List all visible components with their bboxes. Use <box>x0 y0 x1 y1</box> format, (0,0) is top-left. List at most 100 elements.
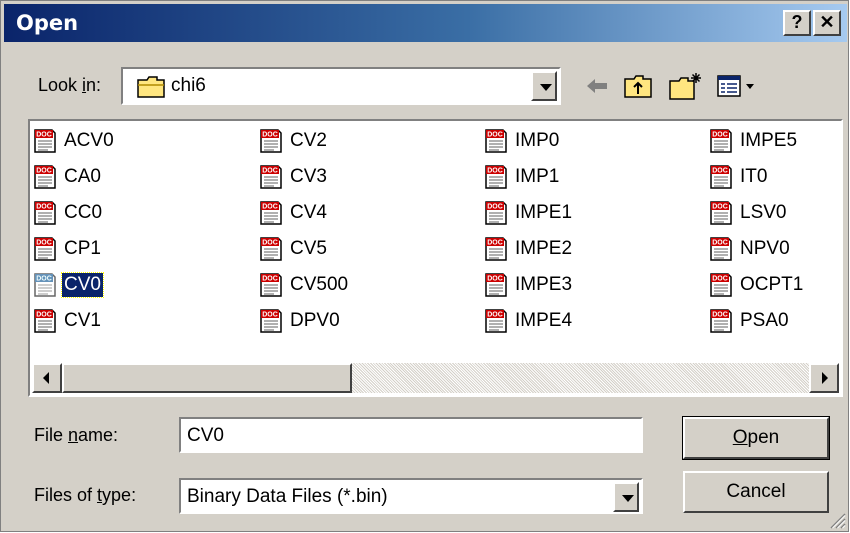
file-name: LSV0 <box>740 202 787 223</box>
document-icon <box>258 200 284 226</box>
lookin-dropdown-button[interactable] <box>531 71 557 101</box>
chevron-down-icon <box>622 495 634 502</box>
folder-icon <box>137 76 165 98</box>
document-icon <box>483 236 509 262</box>
file-item[interactable]: IMPE5 <box>708 127 799 155</box>
new-folder-icon[interactable] <box>668 71 704 101</box>
file-name: CV1 <box>64 310 101 331</box>
horizontal-scrollbar[interactable] <box>32 363 839 393</box>
file-name: IMPE5 <box>740 130 798 151</box>
file-item[interactable]: IMPE4 <box>483 307 574 335</box>
file-name: CV3 <box>290 166 327 187</box>
arrow-left-icon <box>43 372 49 384</box>
filename-label: File name: <box>34 425 119 445</box>
file-item-selected[interactable]: CV0 <box>32 271 104 299</box>
document-icon <box>708 164 734 190</box>
help-icon: ? <box>791 12 803 32</box>
filetype-combobox[interactable]: Binary Data Files (*.bin) <box>179 478 643 514</box>
document-icon <box>483 164 509 190</box>
file-name: CP1 <box>64 238 101 259</box>
resize-grip-icon[interactable] <box>828 511 846 529</box>
filetype-label: Files of type: <box>34 485 137 505</box>
file-item[interactable]: IMP1 <box>483 163 561 191</box>
scroll-right-button[interactable] <box>809 363 839 393</box>
document-icon <box>32 272 58 298</box>
document-icon <box>483 128 509 154</box>
file-item[interactable]: CP1 <box>32 235 103 263</box>
file-name: IMP1 <box>515 166 560 187</box>
filetype-value: Binary Data Files (*.bin) <box>187 486 388 507</box>
file-item[interactable]: IT0 <box>708 163 769 191</box>
filename-input[interactable]: CV0 <box>179 417 643 453</box>
file-item[interactable]: CV4 <box>258 199 329 227</box>
file-name: CA0 <box>64 166 101 187</box>
document-icon <box>708 308 734 334</box>
file-name: CV2 <box>290 130 327 151</box>
title-bar[interactable]: Open ? ✕ <box>4 4 847 42</box>
filetype-dropdown-button[interactable] <box>613 482 639 512</box>
file-item[interactable]: IMPE1 <box>483 199 574 227</box>
file-name: IMPE4 <box>515 310 573 331</box>
document-icon <box>258 164 284 190</box>
document-icon <box>483 272 509 298</box>
document-icon <box>258 308 284 334</box>
open-dialog: Open ? ✕ Look in: chi6 ACV0 CA0 CC0 CP1 … <box>0 0 849 532</box>
file-item[interactable]: DPV0 <box>258 307 342 335</box>
file-item[interactable]: CV5 <box>258 235 329 263</box>
file-name: CV500 <box>290 274 349 295</box>
file-name: IMPE2 <box>515 238 573 259</box>
open-button[interactable]: Open <box>682 416 830 460</box>
document-icon <box>708 236 734 262</box>
file-item[interactable]: CA0 <box>32 163 103 191</box>
file-item[interactable]: CV500 <box>258 271 350 299</box>
view-menu-icon[interactable] <box>715 71 757 101</box>
back-arrow-icon[interactable] <box>583 71 611 101</box>
file-name: IMP0 <box>515 130 560 151</box>
help-button[interactable]: ? <box>783 10 811 36</box>
filename-value: CV0 <box>187 425 224 446</box>
document-icon <box>708 200 734 226</box>
file-item[interactable]: LSV0 <box>708 199 788 227</box>
file-item[interactable]: IMPE3 <box>483 271 574 299</box>
file-name: CV5 <box>290 238 327 259</box>
chevron-down-icon <box>540 84 552 91</box>
file-list[interactable]: DOC ACV0 CA0 CC0 CP1 CV0 CV1 <box>28 119 843 397</box>
cancel-button[interactable]: Cancel <box>683 471 829 513</box>
document-icon <box>32 128 58 154</box>
file-name: OCPT1 <box>740 274 804 295</box>
file-name: IT0 <box>740 166 768 187</box>
file-name: IMPE1 <box>515 202 573 223</box>
scroll-left-button[interactable] <box>32 363 62 393</box>
lookin-label: Look in: <box>38 75 102 95</box>
file-item[interactable]: CV1 <box>32 307 103 335</box>
document-icon <box>258 128 284 154</box>
document-icon <box>32 164 58 190</box>
close-button[interactable]: ✕ <box>813 10 841 36</box>
file-name: DPV0 <box>290 310 340 331</box>
document-icon <box>32 308 58 334</box>
file-item[interactable]: OCPT1 <box>708 271 805 299</box>
document-icon <box>483 308 509 334</box>
document-icon <box>32 236 58 262</box>
file-name: IMPE3 <box>515 274 573 295</box>
document-icon <box>483 200 509 226</box>
file-item[interactable]: IMPE2 <box>483 235 574 263</box>
file-item[interactable]: ACV0 <box>32 127 116 155</box>
arrow-right-icon <box>822 372 828 384</box>
document-icon <box>32 200 58 226</box>
file-item[interactable]: IMP0 <box>483 127 561 155</box>
lookin-folder-name: chi6 <box>171 75 206 96</box>
document-icon <box>258 236 284 262</box>
file-name: CC0 <box>64 202 103 223</box>
file-item[interactable]: CV3 <box>258 163 329 191</box>
file-item[interactable]: NPV0 <box>708 235 792 263</box>
file-item[interactable]: CC0 <box>32 199 104 227</box>
document-icon <box>708 272 734 298</box>
file-name: PSA0 <box>740 310 789 331</box>
file-item[interactable]: CV2 <box>258 127 329 155</box>
file-item[interactable]: PSA0 <box>708 307 791 335</box>
lookin-combobox[interactable]: chi6 <box>121 67 561 105</box>
up-one-level-icon[interactable] <box>623 71 653 101</box>
scroll-thumb[interactable] <box>62 363 352 393</box>
file-name: CV4 <box>290 202 327 223</box>
